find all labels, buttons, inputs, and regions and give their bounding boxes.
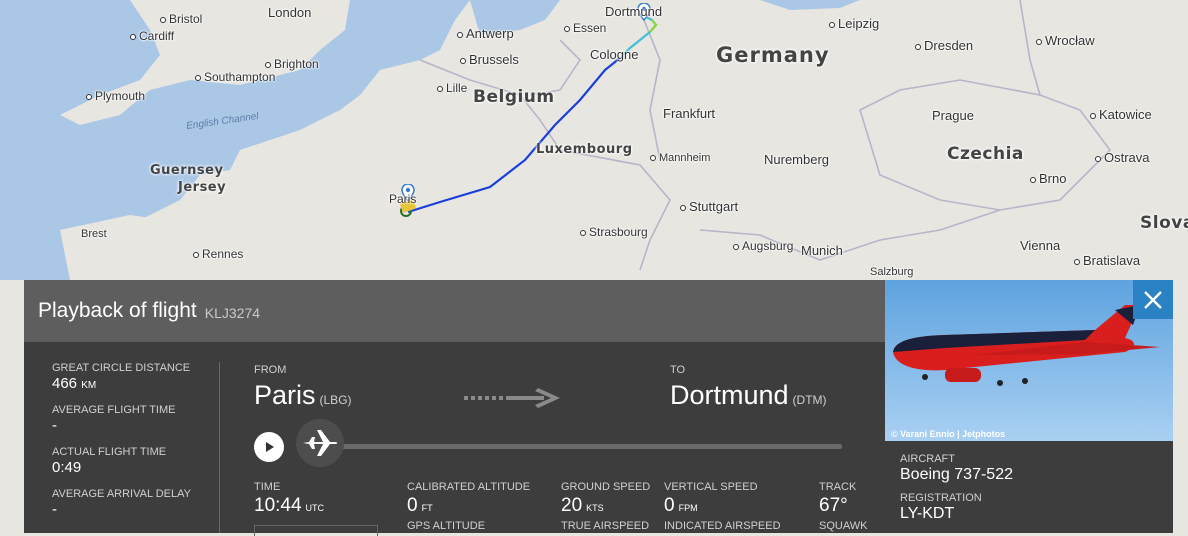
city-label: Bratislava [1074, 253, 1140, 268]
altitude-readout: CALIBRATED ALTITUDE 0 FT GPS ALTITUDE [407, 481, 531, 532]
city-label: Paris [389, 192, 417, 206]
city-label: Frankfurt [663, 106, 716, 121]
to-airport[interactable]: Dortmund (DTM) [670, 380, 827, 411]
aircraft-type-label: AIRCRAFT [900, 453, 955, 465]
panel-title: Playback of flight [38, 299, 197, 322]
city-label: Lille [437, 81, 467, 95]
divider [219, 362, 220, 533]
country-label: Belgium [473, 87, 555, 107]
country-label: Czechia [947, 144, 1024, 164]
city-label: Plymouth [86, 89, 145, 103]
country-label: Luxembourg [536, 142, 633, 157]
city-label: Cardiff [130, 29, 174, 43]
city-label: Brussels [460, 52, 519, 67]
city-label: Nuremberg [764, 152, 830, 167]
flight-number: KLJ3274 [204, 305, 261, 321]
city-label: Munich [801, 243, 843, 258]
city-label: Ostrava [1095, 150, 1150, 165]
flight-playback-panel: Playback of flight KLJ3274 GREAT CIRCLE … [24, 280, 885, 536]
playback-timeline[interactable] [324, 444, 842, 449]
close-button[interactable] [1133, 280, 1173, 319]
city-label: Dresden [915, 38, 973, 53]
city-label: Wrocław [1036, 33, 1095, 48]
city-label: Stuttgart [680, 199, 738, 214]
from-airport[interactable]: Paris (LBG) [254, 380, 352, 411]
ground-speed-readout: GROUND SPEED 20 KTS TRUE AIRSPEED [561, 481, 651, 532]
island-label: Guernsey [150, 163, 224, 178]
panel-header: Playback of flight KLJ3274 [24, 280, 885, 342]
close-icon [1144, 290, 1162, 309]
city-label: Strasbourg [580, 225, 648, 239]
city-label: Brest [81, 228, 107, 240]
city-label: Prague [932, 108, 974, 123]
actual-flight-time-value: 0:49 [52, 459, 82, 476]
registration-value: LY-KDT [900, 505, 955, 522]
aircraft-panel: © Varani Ennio | Jetphotos AIRCRAFT Boei… [885, 280, 1173, 533]
time-controls[interactable] [254, 525, 378, 536]
aircraft-info: AIRCRAFT Boeing 737-522 REGISTRATION LY-… [900, 453, 1013, 531]
avg-arrival-delay-label: AVERAGE ARRIVAL DELAY [52, 488, 191, 500]
great-circle-label: GREAT CIRCLE DISTANCE [52, 362, 191, 374]
to-label: TO [670, 364, 686, 376]
country-label: Slova [1140, 213, 1188, 233]
city-label: Southampton [195, 70, 275, 84]
city-label: Katowice [1090, 107, 1152, 122]
city-label: Dortmund [605, 4, 663, 19]
play-button[interactable] [254, 432, 284, 462]
route-arrow-icon [464, 388, 560, 408]
city-label: London [268, 5, 312, 20]
vertical-speed-readout: VERTICAL SPEED 0 FPM INDICATED AIRSPEED [664, 481, 781, 532]
avg-flight-time-label: AVERAGE FLIGHT TIME [52, 404, 176, 416]
photo-credit[interactable]: © Varani Ennio | Jetphotos [891, 429, 1005, 439]
aircraft-type-value: Boeing 737-522 [900, 466, 1013, 483]
country-label: Germany [716, 43, 830, 67]
flight-stats: GREAT CIRCLE DISTANCE 466 KM AVERAGE FLI… [52, 362, 212, 530]
city-label: Bristol [160, 12, 202, 26]
city-label: Salzburg [870, 266, 914, 278]
city-label: Essen [564, 21, 606, 35]
registration-label: REGISTRATION [900, 492, 982, 504]
island-label: Jersey [178, 180, 227, 195]
city-label: Antwerp [457, 26, 514, 41]
from-label: FROM [254, 364, 287, 376]
city-label: Vienna [1020, 238, 1061, 253]
actual-flight-time-label: ACTUAL FLIGHT TIME [52, 446, 167, 458]
flight-track-segment-3 [649, 19, 658, 33]
playback-scrubber[interactable] [296, 419, 344, 467]
track-readout: TRACK 67° SQUAWK [819, 481, 868, 532]
avg-flight-time-value: - [52, 417, 57, 434]
city-label: Rennes [193, 247, 243, 261]
time-readout: TIME 10:44 UTC [254, 481, 325, 516]
city-label: Leipzig [829, 16, 879, 31]
aircraft-photo[interactable]: © Varani Ennio | Jetphotos [885, 280, 1173, 441]
city-label: Brighton [265, 57, 319, 71]
aircraft-photo-image [893, 305, 1160, 386]
play-icon [266, 442, 274, 452]
city-label: Augsburg [733, 239, 793, 253]
avg-arrival-delay-value: - [52, 501, 57, 518]
city-label: Mannheim [650, 152, 710, 164]
city-label: Brno [1030, 171, 1066, 186]
great-circle-value: 466 KM [52, 375, 97, 392]
city-label: Cologne [590, 47, 639, 62]
airplane-icon [303, 430, 338, 456]
